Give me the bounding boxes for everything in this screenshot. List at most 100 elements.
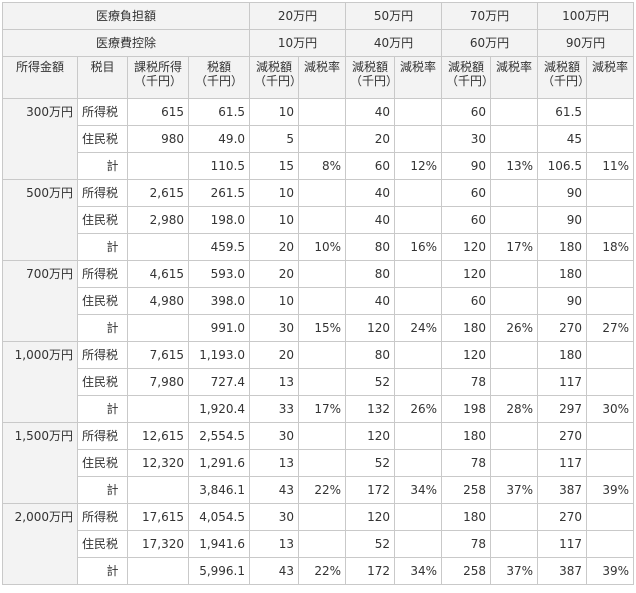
reduction-amount-cell: 20 bbox=[249, 341, 300, 369]
tax-item-cell: 住民税 bbox=[77, 449, 128, 477]
income-band-cell: 700万円 bbox=[2, 260, 78, 342]
reduction-amount-cell: 120 bbox=[345, 503, 396, 531]
reduction-rate-cell bbox=[586, 179, 635, 207]
taxable-income-cell bbox=[127, 152, 189, 180]
reduction-rate-cell bbox=[298, 125, 347, 153]
tax-amount-cell: 727.4 bbox=[187, 368, 251, 396]
reduction-amount-unit: （千円） bbox=[350, 74, 395, 88]
reduction-amount-cell: 60 bbox=[441, 287, 492, 315]
reduction-amount-cell: 30 bbox=[441, 125, 492, 153]
deduction-value: 10万円 bbox=[249, 29, 347, 57]
tax-amount-cell: 1,291.6 bbox=[187, 449, 251, 477]
reduction-rate-cell: 26% bbox=[490, 314, 539, 342]
reduction-amount-cell: 20 bbox=[345, 125, 396, 153]
reduction-amount-cell: 10 bbox=[249, 179, 300, 207]
reduction-rate-column-header: 減税率 bbox=[490, 56, 539, 99]
reduction-rate-cell bbox=[298, 422, 347, 450]
reduction-rate-cell bbox=[298, 368, 347, 396]
tax-amount-cell: 1,920.4 bbox=[187, 395, 251, 423]
reduction-amount-cell: 132 bbox=[345, 395, 396, 423]
reduction-amount-cell: 270 bbox=[537, 422, 588, 450]
tax-item-column-header: 税目 bbox=[77, 56, 128, 99]
burden-header-row: 医療負担額 20万円 50万円 70万円 100万円 bbox=[1, 2, 635, 30]
reduction-amount-cell: 52 bbox=[345, 449, 396, 477]
reduction-rate-cell bbox=[490, 449, 539, 477]
reduction-amount-label: 減税額 bbox=[256, 60, 293, 74]
tax-item-cell: 計 bbox=[77, 314, 128, 342]
reduction-rate-cell: 26% bbox=[394, 395, 443, 423]
taxable-income-cell: 7,980 bbox=[127, 368, 189, 396]
reduction-amount-cell: 20 bbox=[249, 233, 300, 261]
taxable-income-cell: 17,615 bbox=[127, 503, 189, 531]
deduction-value: 90万円 bbox=[537, 29, 635, 57]
tax-item-cell: 計 bbox=[77, 557, 128, 585]
reduction-amount-cell: 33 bbox=[249, 395, 300, 423]
tax-amount-cell: 261.5 bbox=[187, 179, 251, 207]
taxable-income-cell: 17,320 bbox=[127, 530, 189, 558]
tax-amount-label: 税額 bbox=[207, 60, 232, 74]
deduction-value: 60万円 bbox=[441, 29, 539, 57]
reduction-rate-cell: 28% bbox=[490, 395, 539, 423]
tax-item-cell: 所得税 bbox=[77, 98, 128, 126]
table-row: 500万円 所得税 2,615 261.5 10 40 60 90 bbox=[2, 179, 635, 261]
table-row: 300万円 所得税 615 61.5 10 40 60 61.5 bbox=[2, 98, 635, 180]
tax-amount-cell: 3,846.1 bbox=[187, 476, 251, 504]
reduction-amount-cell: 78 bbox=[441, 368, 492, 396]
taxable-income-cell: 4,980 bbox=[127, 287, 189, 315]
table-row: 住民税 4,980 398.0 10 40 60 90 bbox=[3, 287, 635, 315]
reduction-amount-cell: 20 bbox=[249, 260, 300, 288]
reduction-amount-cell: 180 bbox=[441, 422, 492, 450]
reduction-rate-cell bbox=[298, 206, 347, 234]
tax-amount-unit: （千円） bbox=[195, 74, 244, 88]
burden-value: 20万円 bbox=[249, 2, 347, 30]
reduction-amount-cell: 106.5 bbox=[537, 152, 588, 180]
tax-amount-cell: 49.0 bbox=[187, 125, 251, 153]
reduction-rate-cell bbox=[490, 98, 539, 126]
reduction-rate-cell bbox=[394, 422, 443, 450]
reduction-rate-cell bbox=[394, 449, 443, 477]
reduction-amount-cell: 90 bbox=[537, 206, 588, 234]
taxable-income-cell: 2,980 bbox=[127, 206, 189, 234]
column-header-row: 所得金額 税目 課税所得 （千円） 税額 （千円） 減税額 （千円） 減税率 減… bbox=[2, 56, 635, 99]
taxable-income-cell: 615 bbox=[127, 98, 189, 126]
reduction-amount-cell: 258 bbox=[441, 476, 492, 504]
tax-item-cell: 計 bbox=[77, 395, 128, 423]
reduction-amount-cell: 43 bbox=[249, 557, 300, 585]
tax-amount-cell: 198.0 bbox=[187, 206, 251, 234]
reduction-rate-cell bbox=[490, 503, 539, 531]
tax-amount-cell: 1,193.0 bbox=[187, 341, 251, 369]
reduction-amount-cell: 30 bbox=[249, 503, 300, 531]
reduction-rate-cell bbox=[490, 125, 539, 153]
reduction-rate-cell bbox=[298, 260, 347, 288]
reduction-amount-cell: 120 bbox=[345, 422, 396, 450]
reduction-rate-cell: 17% bbox=[490, 233, 539, 261]
reduction-rate-cell: 8% bbox=[298, 152, 347, 180]
tax-item-cell: 所得税 bbox=[77, 422, 128, 450]
tax-amount-cell: 61.5 bbox=[187, 98, 251, 126]
reduction-rate-cell bbox=[394, 125, 443, 153]
burden-value: 50万円 bbox=[345, 2, 443, 30]
taxable-income-cell: 4,615 bbox=[127, 260, 189, 288]
table-row: 700万円 所得税 4,615 593.0 20 80 120 180 bbox=[2, 260, 635, 342]
reduction-rate-cell bbox=[490, 206, 539, 234]
deduction-header-row: 医療費控除 10万円 40万円 60万円 90万円 bbox=[1, 29, 635, 57]
reduction-amount-cell: 180 bbox=[537, 260, 588, 288]
reduction-amount-cell: 180 bbox=[441, 503, 492, 531]
taxable-income-column-header: 課税所得 （千円） bbox=[127, 56, 189, 99]
tax-item-cell: 所得税 bbox=[77, 341, 128, 369]
reduction-amount-cell: 60 bbox=[441, 179, 492, 207]
reduction-rate-cell: 17% bbox=[298, 395, 347, 423]
reduction-amount-column-header: 減税額 （千円） bbox=[537, 56, 588, 99]
taxable-income-cell: 7,615 bbox=[127, 341, 189, 369]
reduction-rate-cell bbox=[394, 206, 443, 234]
reduction-amount-cell: 10 bbox=[249, 98, 300, 126]
reduction-rate-cell: 37% bbox=[490, 476, 539, 504]
reduction-rate-cell: 16% bbox=[394, 233, 443, 261]
reduction-amount-cell: 40 bbox=[345, 287, 396, 315]
reduction-amount-cell: 120 bbox=[345, 314, 396, 342]
reduction-rate-cell bbox=[298, 98, 347, 126]
table-row: 2,000万円 所得税 17,615 4,054.5 30 120 180 270 bbox=[2, 503, 635, 585]
tax-amount-cell: 459.5 bbox=[187, 233, 251, 261]
reduction-amount-cell: 258 bbox=[441, 557, 492, 585]
tax-item-cell: 住民税 bbox=[77, 287, 128, 315]
